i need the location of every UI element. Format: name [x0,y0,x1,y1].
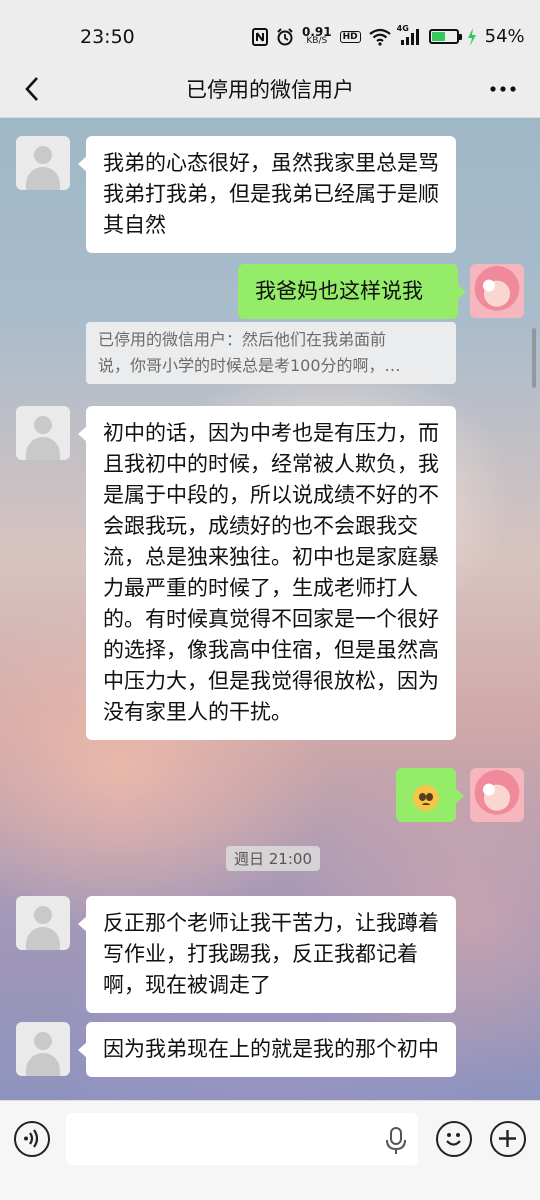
net-speed: 0.91 KB/S [302,26,332,46]
voice-icon[interactable] [14,1121,50,1157]
status-bar: 23:50 0.91 KB/S HD 4G 54% [0,0,540,60]
avatar[interactable] [470,264,524,318]
message-bubble[interactable]: 我弟的心态很好，虽然我家里总是骂我弟打我弟，但是我弟已经属于是顺其自然 [78,136,456,253]
nfc-icon [252,27,268,46]
more-dots-icon[interactable] [488,74,518,104]
quoted-message[interactable]: 已停用的微信用户：然后他们在我弟面前 说，你哥小学的时候总是考100分的啊，… [86,322,456,384]
quote-line: 已停用的微信用户：然后他们在我弟面前 [98,330,387,349]
message-input[interactable] [66,1113,418,1165]
message-bubble[interactable]: 因为我弟现在上的就是我的那个初中 [78,1022,456,1077]
mic-icon[interactable] [384,1127,408,1155]
charging-icon [467,27,477,46]
time-separator: 週日 21:00 [226,846,320,871]
chat-title: 已停用的微信用户 [186,78,354,102]
status-icons: 0.91 KB/S HD 4G 54% [252,24,525,47]
net-speed-unit: KB/S [306,35,328,46]
battery-percent: 54% [484,26,525,47]
battery-fill [431,32,445,41]
signal-icon: 4G [397,24,421,46]
avatar[interactable] [16,136,70,190]
message-bubble[interactable]: 我爸妈也这样说我 [238,264,466,319]
signal-label: 4G [396,23,409,33]
emoji-icon[interactable] [436,1121,472,1157]
avatar[interactable] [16,896,70,950]
chat-area[interactable]: 我弟的心态很好，虽然我家里总是骂我弟打我弟，但是我弟已经属于是顺其自然 我爸妈也… [0,118,540,1100]
avatar[interactable] [16,1022,70,1076]
battery-icon [428,29,462,44]
message-bubble[interactable]: 反正那个老师让我干苦力，让我蹲着写作业，打我踢我，反正我都记着啊，现在被调走了 [78,896,456,1013]
quote-line: 说，你哥小学的时候总是考100分的啊，… [98,356,401,375]
pleading-face-icon [413,785,439,811]
plus-icon[interactable] [490,1121,526,1157]
message-bubble[interactable]: 初中的话，因为中考也是有压力，而且我初中的时候，经常被人欺负，我是属于中段的，所… [78,406,456,740]
alarm-icon [276,27,294,46]
wifi-icon [368,28,391,46]
input-bar [0,1100,540,1200]
message-bubble[interactable] [396,768,464,822]
avatar[interactable] [470,768,524,822]
scrollbar[interactable] [532,328,536,388]
hd-badge: HD [339,30,361,43]
nav-bar: 已停用的微信用户 [0,60,540,118]
status-time: 23:50 [80,26,135,48]
avatar[interactable] [16,406,70,460]
